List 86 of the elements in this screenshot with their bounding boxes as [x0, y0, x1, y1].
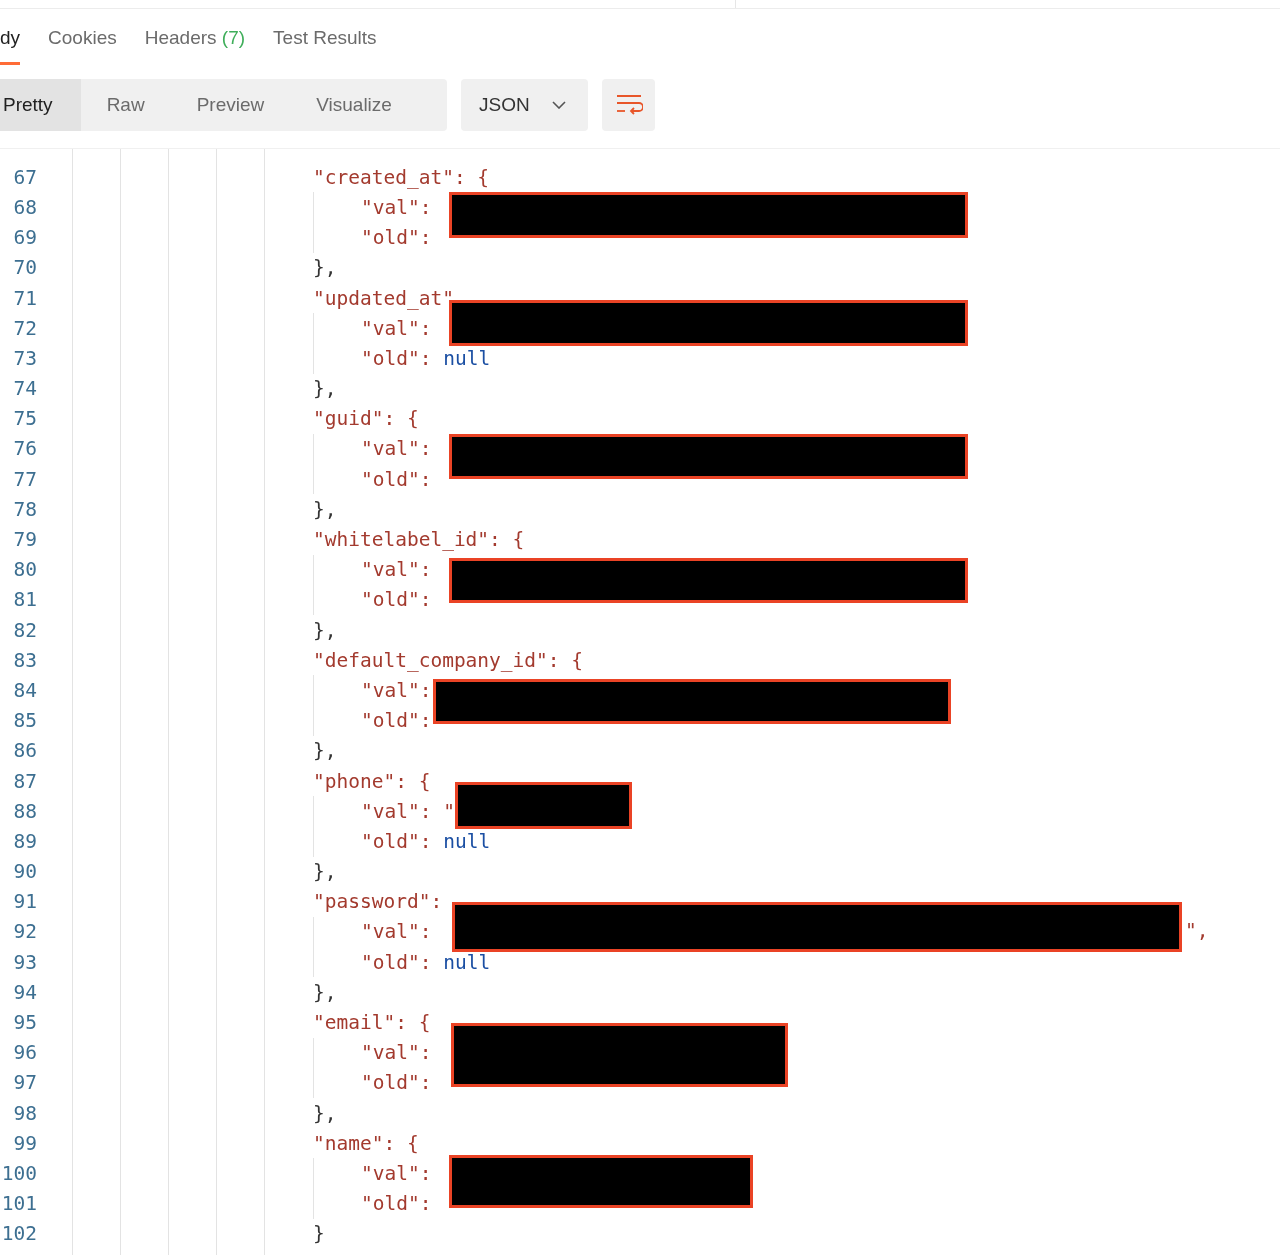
line-number: 91 — [12, 890, 37, 914]
code-text: "whitelabel_id": { — [313, 528, 525, 552]
line-number: 69 — [12, 226, 37, 250]
response-tab[interactable]: Headers (7) — [144, 9, 246, 65]
line-number: 87 — [12, 769, 37, 793]
code-text: "phone": { — [313, 769, 431, 793]
code-text: "val": — [361, 920, 432, 944]
view-mode-tab[interactable]: Raw — [80, 79, 171, 131]
code-text: "val": — [361, 316, 432, 340]
line-number: 96 — [12, 1041, 37, 1065]
code-text: }, — [313, 1101, 337, 1125]
line-number: 74 — [12, 377, 37, 401]
line-number: 88 — [12, 799, 37, 823]
header-count: (7) — [221, 26, 246, 48]
code-text: "old": — [361, 588, 432, 612]
line-number: 99 — [12, 1131, 37, 1155]
line-number: 80 — [12, 558, 37, 582]
response-tab[interactable]: Cookies — [48, 9, 117, 65]
code-text: "guid": { — [313, 407, 419, 431]
line-number: 70 — [12, 256, 37, 280]
code-text: "val": — [361, 678, 432, 702]
code-text: "old": — [361, 1192, 432, 1216]
line-number: 76 — [12, 437, 37, 461]
code-text: "val": — [361, 437, 432, 461]
line-number: 71 — [12, 286, 37, 310]
code-text: "old": — [361, 226, 432, 250]
code-text: "val": " — [361, 799, 455, 823]
code-text: } — [313, 1222, 325, 1246]
line-number: 100 — [0, 1161, 37, 1185]
code-text: null — [443, 346, 491, 370]
code-text: "email": { — [313, 1011, 431, 1035]
line-number: 67 — [12, 165, 37, 189]
line-number: 73 — [12, 346, 37, 370]
response-tab[interactable]: Test Results — [273, 9, 377, 65]
line-number: 77 — [12, 467, 37, 491]
code-text: "old": — [361, 950, 432, 974]
code-text: "password": — [313, 890, 443, 914]
line-number: 81 — [12, 588, 37, 612]
line-number: 84 — [12, 678, 37, 702]
line-number: 94 — [12, 980, 37, 1004]
line-number: 86 — [12, 739, 37, 763]
line-number: 75 — [12, 407, 37, 431]
line-number: 78 — [12, 497, 37, 521]
line-number: 90 — [12, 860, 37, 884]
code-text: ", — [1185, 918, 1209, 942]
view-mode-tab[interactable]: Visualize — [290, 79, 418, 131]
code-text: }, — [313, 377, 337, 401]
line-number: 95 — [12, 1011, 37, 1035]
code-text: "val": — [361, 195, 432, 219]
code-text: }, — [313, 860, 337, 884]
code-text: }, — [313, 256, 337, 280]
line-number: 79 — [12, 528, 37, 552]
code-text: "old": — [361, 829, 432, 853]
view-mode-tab[interactable]: Pretty — [0, 79, 81, 131]
line-number: 72 — [12, 316, 37, 340]
code-text: "old": — [361, 1071, 432, 1095]
line-number: 101 — [0, 1192, 37, 1216]
code-text: "val": — [361, 1041, 432, 1065]
format-dropdown[interactable]: JSON — [461, 79, 588, 131]
response-tab[interactable]: dy — [0, 9, 21, 65]
view-mode-tab[interactable]: Preview — [170, 79, 291, 131]
code-text: "old": — [361, 346, 432, 370]
code-text: "updated_at" — [313, 286, 454, 310]
code-text: "old": — [361, 467, 432, 491]
code-text: "created_at": { — [313, 165, 490, 189]
code-text: }, — [313, 980, 337, 1004]
code-text: null — [443, 950, 491, 974]
code-text: }, — [313, 618, 337, 642]
line-number: 85 — [12, 709, 37, 733]
line-number: 102 — [0, 1222, 37, 1246]
line-number: 68 — [12, 195, 37, 219]
line-number: 97 — [12, 1071, 37, 1095]
line-number: 89 — [12, 829, 37, 853]
code-text: "val": — [361, 558, 432, 582]
line-number: 83 — [12, 648, 37, 672]
code-text: "name": { — [313, 1131, 419, 1155]
line-number: 98 — [12, 1101, 37, 1125]
code-text: }, — [313, 497, 337, 521]
line-number: 82 — [12, 618, 37, 642]
line-number: 92 — [12, 920, 37, 944]
code-text: "default_company_id": { — [313, 648, 584, 672]
code-text: null — [443, 829, 491, 853]
line-number: 93 — [12, 950, 37, 974]
code-text: "val": — [361, 1161, 432, 1185]
code-text: "old": — [361, 709, 432, 733]
code-text: }, — [313, 739, 337, 763]
